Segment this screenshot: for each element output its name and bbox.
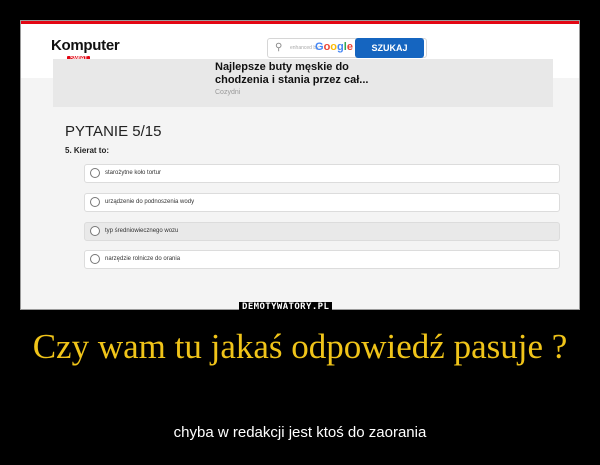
question-text: 5. Kierat to: xyxy=(65,146,110,155)
google-label: Google xyxy=(315,41,353,53)
question-progress: PYTANIE 5/15 xyxy=(65,123,162,140)
answer-option[interactable]: starożytne koło tortur xyxy=(84,164,560,183)
answer-option[interactable]: urządzenie do podnoszenia wody xyxy=(84,193,560,212)
site-logo[interactable]: Komputer ŚWIAT xyxy=(51,37,120,63)
radio-button[interactable] xyxy=(90,168,100,178)
radio-button[interactable] xyxy=(90,254,100,264)
answer-label: starożytne koło tortur xyxy=(105,170,162,176)
screenshot: Komputer ŚWIAT ⚲ enhanced by Google SZUK… xyxy=(21,21,579,309)
answer-label: urządzenie do podnoszenia wody xyxy=(105,199,195,205)
quiz-area: PYTANIE 5/15 5. Kierat to: starożytne ko… xyxy=(53,111,560,309)
radio-button[interactable] xyxy=(90,226,100,236)
answer-label: narzędzie rolnicze do orania xyxy=(105,256,181,262)
ad-banner[interactable]: Najlepsze buty męskie do chodzenia i sta… xyxy=(53,59,553,107)
search-button[interactable]: SZUKAJ xyxy=(355,38,424,58)
answer-label: typ średniowiecznego wozu xyxy=(105,228,179,234)
ad-title[interactable]: Najlepsze buty męskie do chodzenia i sta… xyxy=(215,61,395,87)
search-icon: ⚲ xyxy=(275,42,283,53)
poster-subtitle: chyba w redakcji jest ktoś do zaorania xyxy=(173,424,427,441)
ad-source: Cozydni xyxy=(215,89,241,96)
answer-option[interactable]: typ średniowiecznego wozu xyxy=(84,222,560,241)
poster-title: Czy wam tu jakaś odpowiedź pasuje ? xyxy=(32,327,568,366)
watermark: DEMOTYWATORY.PL xyxy=(239,302,333,312)
logo-text: Komputer xyxy=(51,37,120,54)
answer-option[interactable]: narzędzie rolnicze do orania xyxy=(84,250,560,269)
radio-button[interactable] xyxy=(90,197,100,207)
